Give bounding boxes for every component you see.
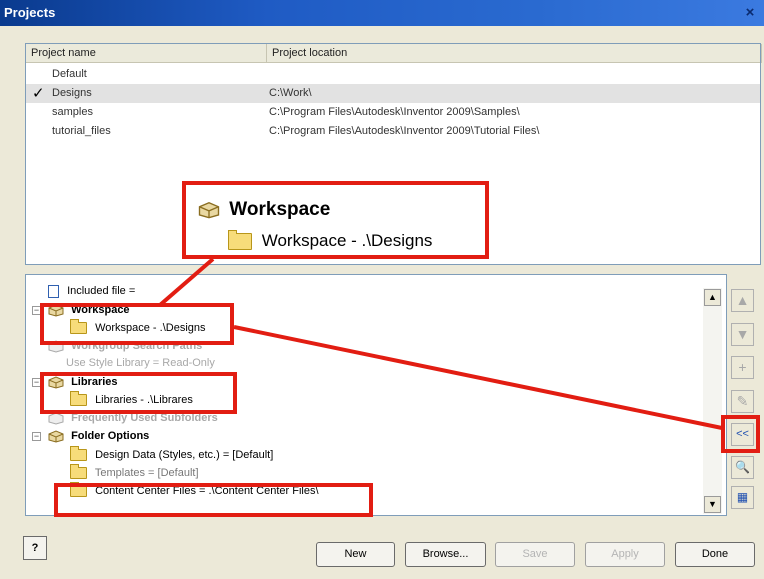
box-icon [198, 202, 220, 219]
apply-button[interactable]: Apply [585, 542, 665, 567]
callout-title: Workspace [198, 199, 330, 221]
folder-icon [228, 230, 252, 251]
new-button[interactable]: New [316, 542, 395, 567]
callout-subtitle: Workspace - .\Designs [228, 230, 432, 251]
save-button[interactable]: Save [495, 542, 575, 567]
callout-line-collapse [233, 325, 723, 430]
browse-button[interactable]: Browse... [405, 542, 486, 567]
workspace-callout: Workspace Workspace - .\Designs [182, 181, 489, 259]
help-button[interactable]: ? [23, 536, 47, 560]
callout-line-workspace [158, 257, 215, 307]
callout-lines [158, 257, 723, 430]
done-button[interactable]: Done [675, 542, 755, 567]
